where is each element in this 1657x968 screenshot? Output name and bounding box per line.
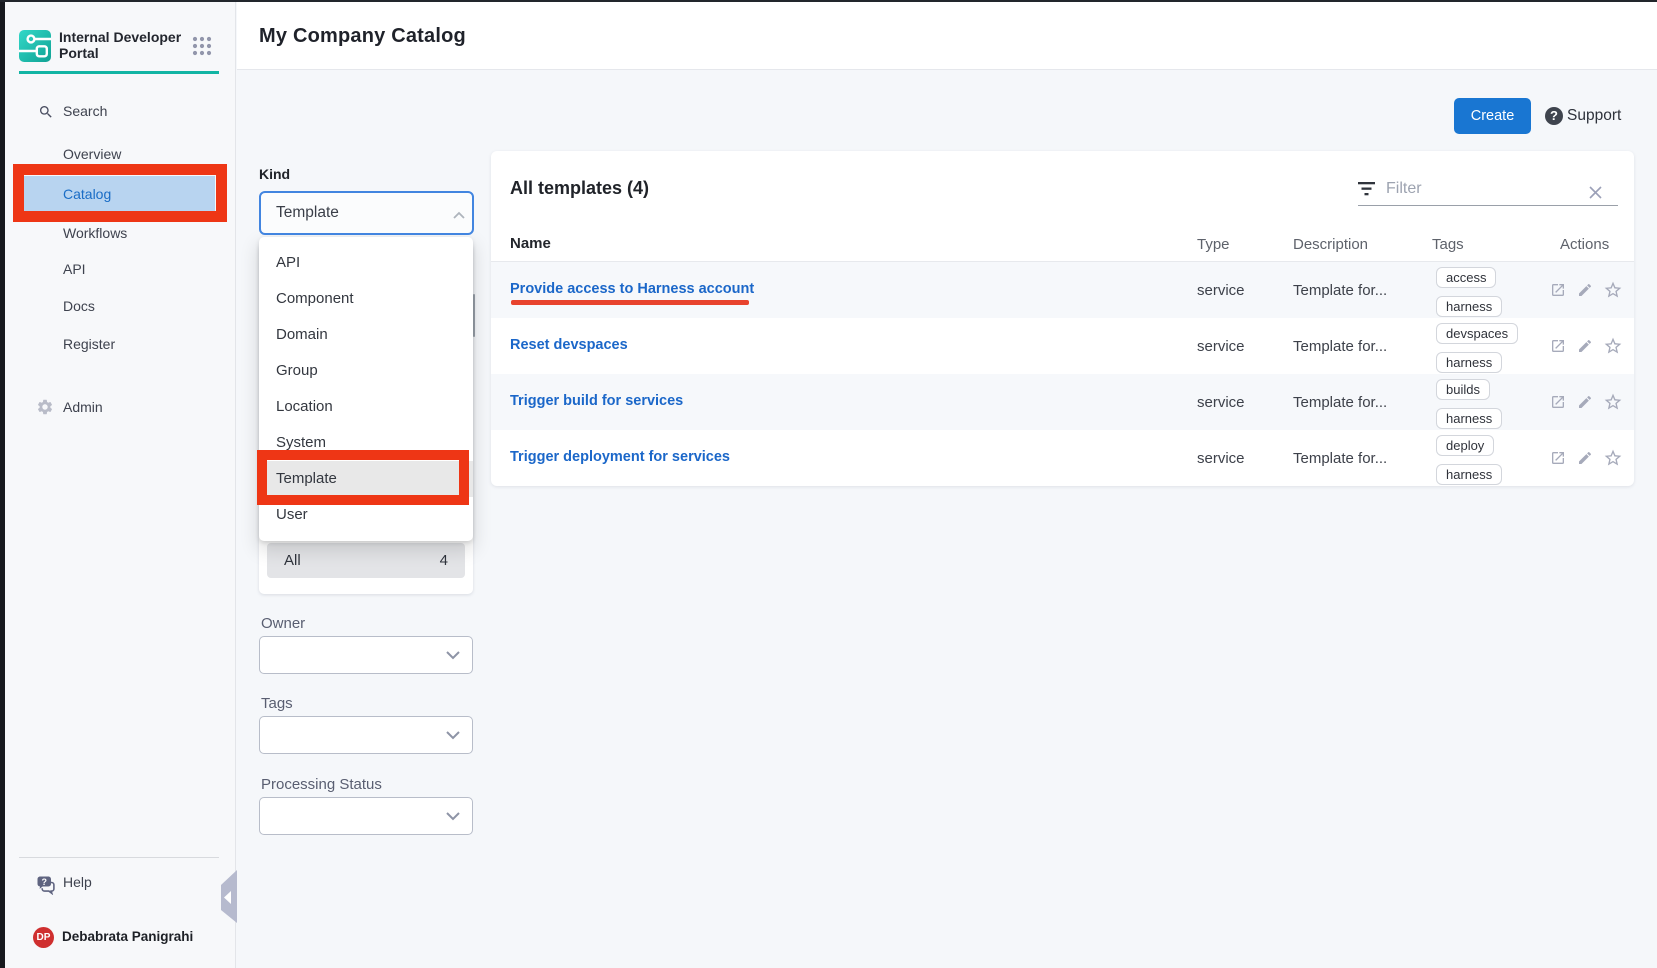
svg-text:?: ? — [41, 877, 47, 887]
